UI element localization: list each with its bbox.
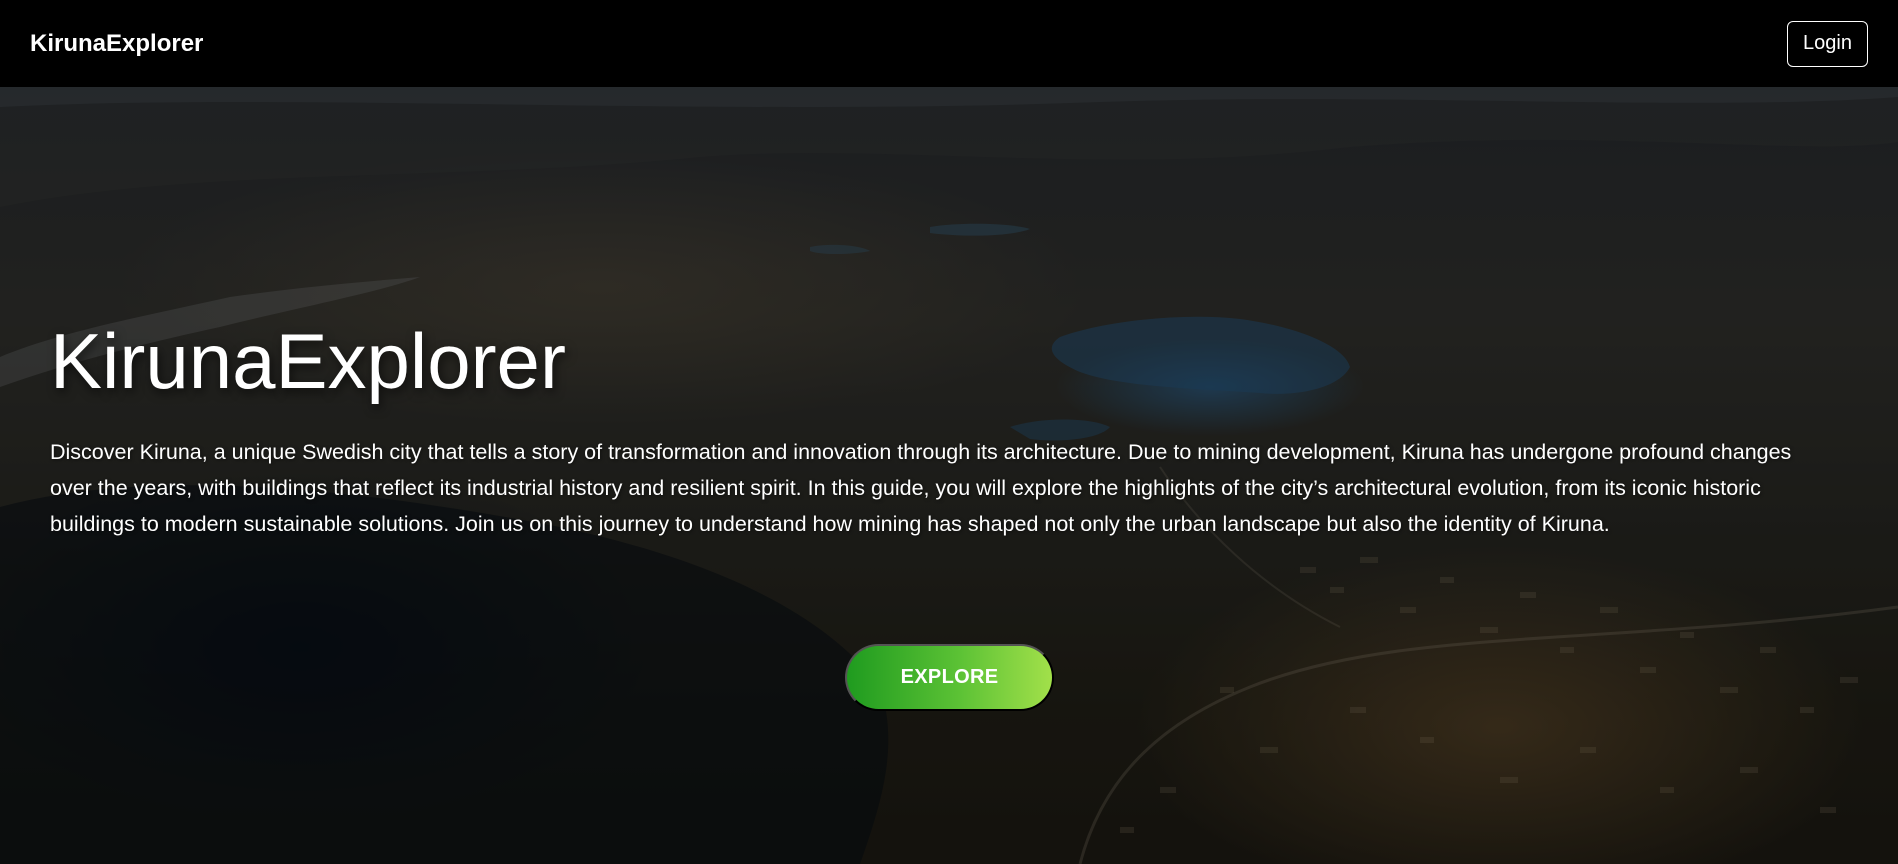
hero-title: KirunaExplorer	[50, 317, 566, 405]
explore-button[interactable]: EXPLORE	[845, 644, 1054, 711]
hero-description: Discover Kiruna, a unique Swedish city t…	[50, 440, 1792, 536]
navbar: KirunaExplorer Login	[0, 0, 1898, 87]
page: KirunaExplorer Login KirunaExplorer Disc…	[0, 0, 1898, 864]
brand-logo[interactable]: KirunaExplorer	[30, 30, 203, 58]
hero-section: KirunaExplorer Discover Kiruna, a unique…	[0, 87, 1898, 864]
hero-content: KirunaExplorer Discover Kiruna, a unique…	[50, 322, 1850, 542]
login-button[interactable]: Login	[1787, 20, 1868, 67]
